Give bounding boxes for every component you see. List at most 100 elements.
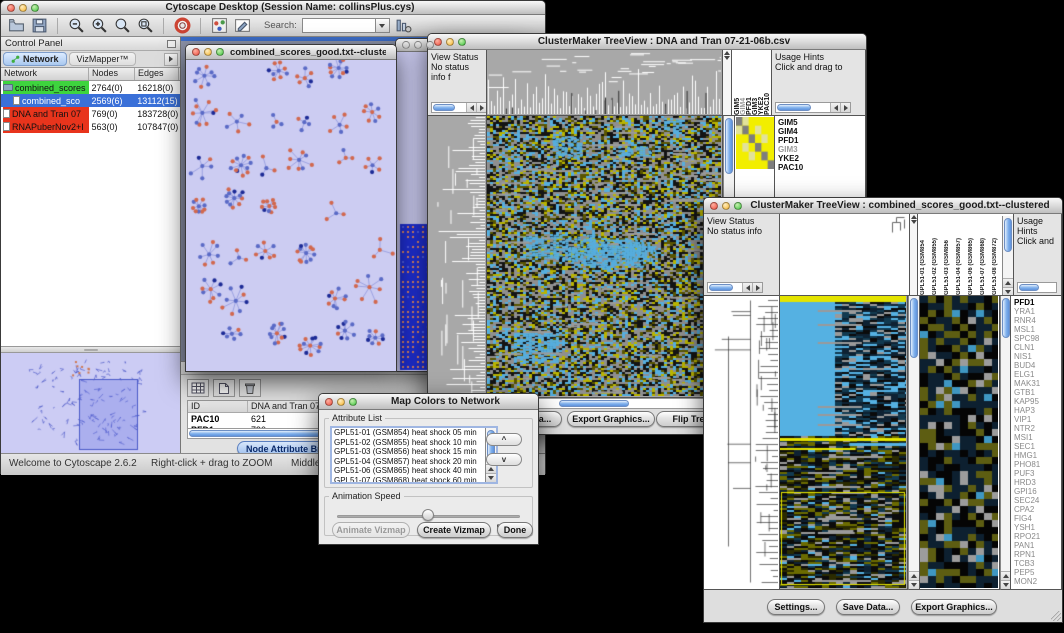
- gene-label[interactable]: GIM3: [778, 145, 865, 154]
- scroll-left-button[interactable]: [742, 283, 752, 292]
- gene-label[interactable]: PUF3: [1014, 469, 1061, 478]
- gene-label[interactable]: RPO21: [1014, 532, 1061, 541]
- annotation-icon[interactable]: [233, 17, 251, 35]
- minimize-button[interactable]: [722, 202, 730, 210]
- close-button[interactable]: [402, 41, 410, 49]
- zoom-actual-icon[interactable]: [113, 17, 131, 35]
- tv2-column-dendrogram[interactable]: [780, 214, 910, 296]
- gene-label[interactable]: HRD3: [1014, 478, 1061, 487]
- close-button[interactable]: [7, 4, 15, 12]
- attribute-select-icon[interactable]: [187, 379, 209, 397]
- gene-label[interactable]: HAP3: [1014, 406, 1061, 415]
- move-up-button[interactable]: ^: [486, 433, 522, 446]
- gene-label[interactable]: PAC10: [778, 163, 865, 172]
- gene-label[interactable]: KAP95: [1014, 397, 1061, 406]
- tv2-heatmap-vscrollbar[interactable]: [908, 296, 920, 590]
- scrollbar-thumb[interactable]: [559, 400, 629, 407]
- gene-label[interactable]: SPC98: [1014, 334, 1061, 343]
- tv2-zoom-heatmap[interactable]: [920, 296, 1000, 590]
- gene-label[interactable]: VIP1: [1014, 415, 1061, 424]
- zoom-out-icon[interactable]: [67, 17, 85, 35]
- help-ring-icon[interactable]: [173, 17, 191, 35]
- gene-label[interactable]: ELG1: [1014, 370, 1061, 379]
- gene-label[interactable]: YRA1: [1014, 307, 1061, 316]
- gene-label[interactable]: RPN1: [1014, 550, 1061, 559]
- gene-label[interactable]: PHO81: [1014, 460, 1061, 469]
- gene-label[interactable]: CPA2: [1014, 505, 1061, 514]
- save-icon[interactable]: [30, 17, 48, 35]
- network-table-row[interactable]: DNA and Tran 07769(0)183728(0): [1, 107, 180, 120]
- scroll-down-button[interactable]: [909, 580, 919, 589]
- attribute-list-item[interactable]: GPL51-03 (GSM856) heat shock 15 min: [334, 447, 485, 457]
- gene-label[interactable]: MSI1: [1014, 433, 1061, 442]
- scroll-left-button[interactable]: [830, 103, 840, 112]
- open-file-icon[interactable]: [7, 17, 25, 35]
- scroll-down-button[interactable]: [486, 473, 496, 482]
- gene-label[interactable]: TCB3: [1014, 559, 1061, 568]
- scrollbar-thumb[interactable]: [910, 298, 918, 358]
- gene-label[interactable]: GIM4: [778, 127, 865, 136]
- scrollbar-thumb[interactable]: [1019, 284, 1039, 291]
- close-button[interactable]: [192, 48, 200, 56]
- zoom-window-button[interactable]: [426, 41, 434, 49]
- zoom-fit-icon[interactable]: [136, 17, 154, 35]
- scrollbar-thumb[interactable]: [1004, 218, 1012, 252]
- scroll-right-button[interactable]: [752, 283, 762, 292]
- close-button[interactable]: [710, 202, 718, 210]
- gene-label[interactable]: PEP5: [1014, 568, 1061, 577]
- gene-label[interactable]: RNR4: [1014, 316, 1061, 325]
- network-window-titlebar[interactable]: combined_scores_good.txt--cluste...: [186, 45, 396, 60]
- scroll-left-button[interactable]: [466, 103, 476, 112]
- gene-label[interactable]: NTR2: [1014, 424, 1061, 433]
- attribute-list-item[interactable]: GPL51-04 (GSM857) heat shock 20 min: [334, 457, 485, 467]
- move-down-button[interactable]: v: [486, 453, 522, 466]
- birdseye-view[interactable]: [1, 353, 180, 453]
- tv1-zoom-matrix[interactable]: [736, 117, 774, 169]
- network-table-row[interactable]: combined_sco2569(6)13112(15): [1, 94, 180, 107]
- gene-label[interactable]: YSH1: [1014, 523, 1061, 532]
- zoom-window-button[interactable]: [349, 398, 357, 406]
- plot-settings-icon[interactable]: [395, 17, 413, 35]
- new-attribute-icon[interactable]: [213, 379, 235, 397]
- tv1-column-dendrogram[interactable]: [487, 50, 723, 116]
- attribute-list-item[interactable]: GPL51-02 (GSM855) heat shock 10 min: [334, 438, 485, 448]
- tv2-column-scroll-strip[interactable]: [910, 214, 918, 296]
- zoom-window-button[interactable]: [216, 48, 224, 56]
- scroll-right-button[interactable]: [840, 103, 850, 112]
- zoom-window-button[interactable]: [734, 202, 742, 210]
- column-nodes[interactable]: Nodes: [89, 68, 135, 80]
- view-status-scrollbar[interactable]: [431, 102, 487, 113]
- close-button[interactable]: [325, 398, 333, 406]
- attribute-list-item[interactable]: GPL51-07 (GSM868) heat shock 60 min: [334, 476, 485, 483]
- gene-label[interactable]: NIS1: [1014, 352, 1061, 361]
- minimize-button[interactable]: [446, 38, 454, 46]
- tv2-labels-scrollbar[interactable]: [1002, 216, 1013, 296]
- animate-vizmap-button[interactable]: Animate Vizmap: [332, 522, 410, 538]
- minimize-button[interactable]: [204, 48, 212, 56]
- gene-label[interactable]: FIG4: [1014, 514, 1061, 523]
- float-panel-icon[interactable]: [167, 40, 176, 48]
- network-table-row[interactable]: combined_scores2764(0)16218(0): [1, 81, 180, 94]
- gene-label[interactable]: MSL1: [1014, 325, 1061, 334]
- gene-label[interactable]: PFD1: [1014, 298, 1061, 307]
- treeview2-titlebar[interactable]: ClusterMaker TreeView : combined_scores_…: [704, 198, 1062, 214]
- save-data-button[interactable]: Save Data...: [836, 599, 900, 615]
- gene-label[interactable]: CLN1: [1014, 343, 1061, 352]
- slider-thumb[interactable]: [422, 509, 434, 521]
- export-graphics-button[interactable]: Export Graphics...: [911, 599, 997, 615]
- tv1-heatmap[interactable]: [487, 116, 723, 398]
- tab-vizmapper[interactable]: VizMapper™: [69, 52, 137, 66]
- tv2-row-dendrogram[interactable]: [704, 296, 780, 590]
- gene-label[interactable]: PFD1: [778, 136, 865, 145]
- view-status-scrollbar[interactable]: [707, 282, 763, 293]
- attribute-list-item[interactable]: GPL51-01 (GSM854) heat shock 05 min: [334, 428, 485, 438]
- main-titlebar[interactable]: Cytoscape Desktop (Session Name: collins…: [1, 1, 545, 15]
- vizmap-icon[interactable]: [210, 17, 228, 35]
- gene-label[interactable]: SEC24: [1014, 496, 1061, 505]
- gene-label[interactable]: SEC1: [1014, 442, 1061, 451]
- gene-label[interactable]: PAN1: [1014, 541, 1061, 550]
- gene-label[interactable]: YKE2: [778, 154, 865, 163]
- tabs-overflow-button[interactable]: [164, 53, 178, 66]
- attribute-list-item[interactable]: GPL51-06 (GSM865) heat shock 40 min: [334, 466, 485, 476]
- scroll-up-button[interactable]: [1001, 571, 1011, 580]
